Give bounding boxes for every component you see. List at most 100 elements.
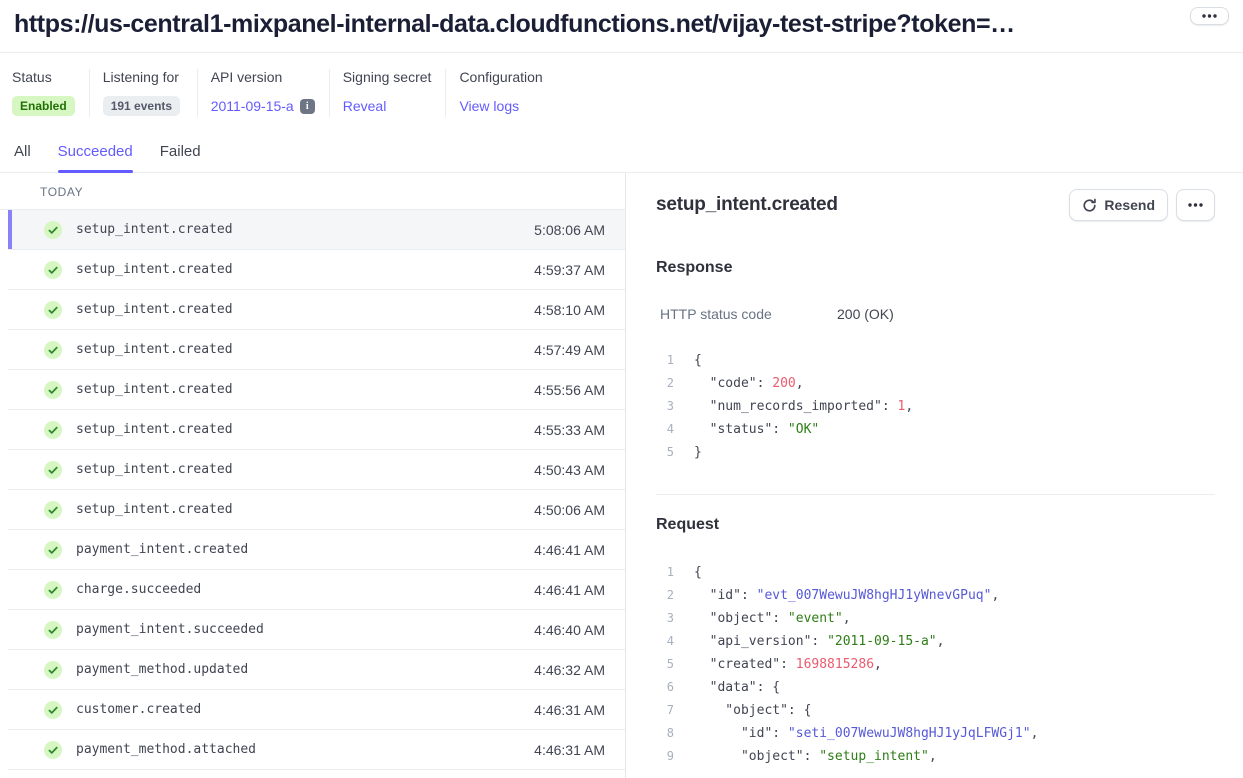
code-line: 8 "id": "seti_007WewuJW8hgHJ1yJqLFWGj1", (656, 722, 1215, 745)
tab-failed[interactable]: Failed (160, 143, 201, 172)
line-number: 4 (656, 418, 674, 441)
code-line: 3 "num_records_imported": 1, (656, 395, 1215, 418)
event-list-item[interactable]: setup_intent.created 4:55:33 AM (8, 410, 625, 450)
line-number: 6 (656, 676, 674, 699)
line-number: 2 (656, 372, 674, 395)
api-version-label: API version (211, 69, 315, 85)
event-list-item[interactable]: setup_intent.created 4:50:06 AM (8, 490, 625, 530)
meta-listening-for: Listening for 191 events (103, 69, 198, 117)
success-check-icon (44, 221, 62, 239)
line-number: 2 (656, 584, 674, 607)
event-name: setup_intent.created (76, 262, 233, 277)
request-code-block: 1{2 "id": "evt_007WewuJW8hgHJ1yWnevGPuq"… (656, 561, 1215, 768)
resend-button-label: Resend (1104, 196, 1155, 214)
event-list-item[interactable]: charge.succeeded 4:46:41 AM (8, 570, 625, 610)
event-list-item[interactable]: setup_intent.created 5:08:06 AM (8, 210, 625, 250)
event-name: setup_intent.created (76, 502, 233, 517)
event-list-item[interactable]: setup_intent.created4:55:56 AM (8, 370, 625, 410)
event-detail-title: setup_intent.created (656, 194, 838, 216)
request-section-heading: Request (656, 516, 1215, 534)
success-check-icon (44, 741, 62, 759)
line-number: 1 (656, 349, 674, 372)
header-overflow-button[interactable] (1190, 7, 1229, 25)
success-check-icon (44, 461, 62, 479)
success-check-icon (44, 381, 62, 399)
event-name: payment_method.updated (76, 662, 248, 677)
tab-succeeded[interactable]: Succeeded (58, 143, 133, 172)
code-line: 4 "status": "OK" (656, 418, 1215, 441)
code-line: 5} (656, 441, 1215, 464)
reveal-secret-link[interactable]: Reveal (343, 98, 387, 114)
line-number: 7 (656, 699, 674, 722)
event-list-item[interactable]: payment_method.attached4:46:31 AM (8, 730, 625, 770)
event-name: charge.succeeded (76, 582, 201, 597)
code-line: 9 "object": "setup_intent", (656, 745, 1215, 768)
event-list-item[interactable]: payment_intent.succeeded 4:46:40 AM (8, 610, 625, 650)
event-list-item[interactable]: customer.created4:46:31 AM (8, 690, 625, 730)
event-time: 4:58:10 AM (534, 302, 605, 318)
selected-indicator-bar (8, 210, 12, 249)
listening-for-label: Listening for (103, 69, 183, 85)
success-check-icon (44, 701, 62, 719)
event-name: setup_intent.created (76, 422, 233, 437)
line-number: 4 (656, 630, 674, 653)
detail-overflow-button[interactable] (1176, 189, 1215, 221)
event-time: 5:08:06 AM (534, 222, 605, 238)
line-number: 1 (656, 561, 674, 584)
event-list-item[interactable]: setup_intent.created4:57:49 AM (8, 330, 625, 370)
section-divider (656, 494, 1215, 495)
success-check-icon (44, 621, 62, 639)
line-number: 5 (656, 653, 674, 676)
signing-secret-label: Signing secret (343, 69, 432, 85)
event-time: 4:50:06 AM (534, 502, 605, 518)
resend-icon (1082, 198, 1097, 213)
http-status-row: HTTP status code 200 (OK) (656, 306, 1215, 322)
events-count-badge[interactable]: 191 events (103, 96, 180, 116)
event-time: 4:46:31 AM (534, 742, 605, 758)
code-line: 2 "id": "evt_007WewuJW8hgHJ1yWnevGPuq", (656, 584, 1215, 607)
event-name: payment_intent.succeeded (76, 622, 264, 637)
event-time: 4:46:40 AM (534, 622, 605, 638)
tab-all[interactable]: All (14, 143, 31, 172)
event-list-item[interactable]: setup_intent.created4:59:37 AM (8, 250, 625, 290)
page-title: https://us-central1-mixpanel-internal-da… (14, 7, 1015, 41)
code-line: 7 "object": { (656, 699, 1215, 722)
info-icon[interactable]: i (300, 99, 315, 114)
code-line: 5 "created": 1698815286, (656, 653, 1215, 676)
success-check-icon (44, 261, 62, 279)
event-list-item[interactable]: payment_method.updated4:46:32 AM (8, 650, 625, 690)
event-list-item[interactable]: setup_intent.created 4:58:10 AM (8, 290, 625, 330)
event-list-item[interactable]: setup_intent.created4:50:43 AM (8, 450, 625, 490)
http-status-value: 200 (OK) (837, 306, 894, 322)
event-name: setup_intent.created (76, 382, 233, 397)
view-logs-link[interactable]: View logs (459, 98, 519, 114)
success-check-icon (44, 341, 62, 359)
event-name: setup_intent.created (76, 302, 233, 317)
configuration-label: Configuration (459, 69, 542, 85)
detail-actions: Resend (1069, 189, 1215, 221)
event-name: setup_intent.created (76, 222, 233, 237)
endpoint-meta-row: Status Enabled Listening for 191 events … (0, 53, 1243, 117)
status-badge: Enabled (12, 96, 75, 116)
event-detail-panel: setup_intent.created Resend (626, 173, 1243, 778)
event-list-item[interactable]: payment_intent.created4:46:41 AM (8, 530, 625, 570)
line-number: 3 (656, 607, 674, 630)
meta-configuration: Configuration View logs (459, 69, 556, 117)
event-time: 4:46:41 AM (534, 582, 605, 598)
api-version-link[interactable]: 2011-09-15-a (211, 98, 294, 114)
response-section-heading: Response (656, 259, 1215, 277)
resend-button[interactable]: Resend (1069, 189, 1168, 221)
event-name: customer.created (76, 702, 201, 717)
event-time: 4:46:41 AM (534, 542, 605, 558)
success-check-icon (44, 661, 62, 679)
event-rows: setup_intent.created5:08:06 AMsetup_inte… (0, 210, 625, 770)
code-line: 3 "object": "event", (656, 607, 1215, 630)
success-check-icon (44, 501, 62, 519)
event-time: 4:57:49 AM (534, 342, 605, 358)
event-filter-tabs: All Succeeded Failed (0, 143, 1243, 173)
code-line: 1{ (656, 561, 1215, 584)
event-group-header: TODAY (0, 173, 625, 210)
line-number: 8 (656, 722, 674, 745)
event-time: 4:55:33 AM (534, 422, 605, 438)
success-check-icon (44, 541, 62, 559)
